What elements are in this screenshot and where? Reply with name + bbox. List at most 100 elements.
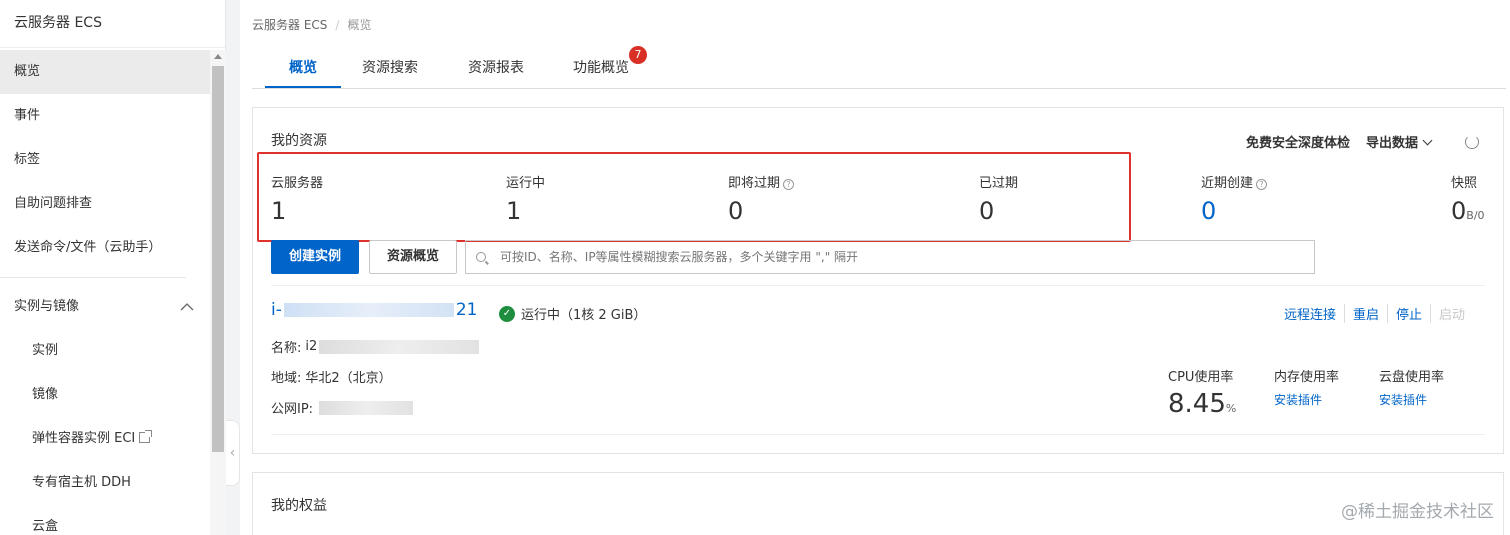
breadcrumb-separator: / bbox=[335, 18, 340, 32]
metric-unit: % bbox=[1225, 402, 1237, 415]
metric-value-row: 8.45% bbox=[1168, 389, 1236, 419]
check-circle-icon: ✓ bbox=[499, 305, 515, 322]
stat-label: 即将过期 bbox=[728, 176, 781, 191]
sidebar-group-label: 实例与镜像 bbox=[14, 299, 80, 314]
export-data-dropdown[interactable]: 导出数据 bbox=[1365, 132, 1433, 151]
sidebar-item-cloud-assistant[interactable]: 发送命令/文件（云助手） bbox=[0, 226, 210, 270]
resource-overview-button[interactable]: 资源概览 bbox=[369, 240, 457, 274]
sidebar-item-instances[interactable]: 实例 bbox=[0, 329, 210, 373]
search-box bbox=[465, 240, 1315, 274]
tab-feature-overview[interactable]: 功能概览 7 bbox=[549, 46, 653, 88]
tab-feature-overview-label: 功能概览 bbox=[573, 60, 629, 76]
metric-label: 内存使用率 bbox=[1274, 370, 1340, 385]
breadcrumb-current: 概览 bbox=[347, 18, 372, 32]
metric-value: 8.45 bbox=[1168, 389, 1226, 419]
redacted-text bbox=[319, 339, 480, 354]
instance-name-prefix: i2 bbox=[305, 339, 318, 354]
instance-region-row: 地域: 华北2（北京） bbox=[271, 367, 392, 386]
sidebar-item-eci-label: 弹性容器实例 ECI bbox=[32, 431, 136, 446]
tab-overview[interactable]: 概览 bbox=[265, 48, 341, 88]
metric-label: CPU使用率 bbox=[1168, 370, 1234, 385]
disk-usage-metric: 云盘使用率 安装插件 bbox=[1379, 366, 1444, 408]
redacted-text bbox=[319, 400, 414, 415]
tab-resource-report[interactable]: 资源报表 bbox=[444, 48, 548, 88]
stat-value: 0 bbox=[979, 197, 995, 225]
export-data-label: 导出数据 bbox=[1365, 136, 1418, 151]
my-benefits-card: 我的权益 bbox=[252, 472, 1504, 535]
instance-status: ✓ 运行中（1核 2 GiB） bbox=[499, 304, 646, 323]
sidebar-group-instances-images[interactable]: 实例与镜像 bbox=[0, 285, 210, 329]
chevron-down-icon bbox=[1422, 135, 1433, 146]
breadcrumb: 云服务器 ECS / 概览 bbox=[252, 16, 371, 33]
stat-snapshots[interactable]: 快照 0B/0 bbox=[1451, 172, 1485, 225]
external-link-icon bbox=[139, 430, 153, 443]
card-toolbar: 免费安全深度体检 导出数据 bbox=[1246, 132, 1479, 151]
notification-badge: 7 bbox=[629, 46, 647, 64]
stat-value: 1 bbox=[506, 197, 522, 225]
stat-label: 运行中 bbox=[506, 176, 546, 191]
instance-name-row: 名称: i2 bbox=[271, 337, 481, 356]
divider bbox=[271, 434, 1485, 435]
remote-connect-link[interactable]: 远程连接 bbox=[1276, 304, 1344, 323]
tab-resource-search[interactable]: 资源搜索 bbox=[338, 48, 442, 88]
start-link: 启动 bbox=[1429, 304, 1473, 323]
breadcrumb-root[interactable]: 云服务器 ECS bbox=[252, 18, 327, 32]
memory-usage-metric: 内存使用率 安装插件 bbox=[1274, 366, 1339, 408]
stat-label-row: 即将过期? bbox=[728, 172, 795, 191]
my-benefits-title: 我的权益 bbox=[271, 498, 327, 514]
sidebar-item-tags[interactable]: 标签 bbox=[0, 138, 210, 182]
stat-value-row: 0B/0 bbox=[1451, 197, 1485, 225]
main-content: 云服务器 ECS / 概览 概览 资源搜索 资源报表 功能概览 7 我的资源 免费安… bbox=[240, 0, 1510, 535]
sidebar-item-images[interactable]: 镜像 bbox=[0, 373, 210, 417]
restart-link[interactable]: 重启 bbox=[1343, 304, 1387, 323]
stat-recently-created[interactable]: 近期创建? 0 bbox=[1201, 172, 1268, 225]
help-icon[interactable]: ? bbox=[783, 179, 795, 190]
sidebar-item-troubleshoot[interactable]: 自助问题排查 bbox=[0, 182, 210, 226]
instance-ip-row: 公网IP: bbox=[271, 398, 415, 417]
stat-label: 云服务器 bbox=[271, 176, 324, 191]
stat-value: 0 bbox=[728, 197, 744, 225]
stop-link[interactable]: 停止 bbox=[1386, 304, 1430, 323]
sidebar-scrollbar[interactable] bbox=[210, 50, 226, 535]
search-icon bbox=[476, 252, 486, 262]
instance-id-link[interactable]: i- 21 bbox=[271, 300, 478, 320]
info-label: 公网IP: bbox=[271, 402, 314, 417]
instance-status-text: 运行中（1核 2 GiB） bbox=[521, 308, 647, 323]
sidebar-item-eci[interactable]: 弹性容器实例 ECI bbox=[0, 417, 210, 461]
sidebar-item-cloudbox[interactable]: 云盒 bbox=[0, 505, 210, 535]
sidebar-title: 云服务器 ECS bbox=[0, 0, 225, 48]
search-input[interactable] bbox=[500, 250, 1314, 264]
instance-region-value: 华北2（北京） bbox=[305, 371, 392, 386]
sidebar-item-overview[interactable]: 概览 bbox=[0, 50, 210, 94]
stat-label: 近期创建 bbox=[1201, 176, 1254, 191]
metric-label: 云盘使用率 bbox=[1379, 370, 1445, 385]
scroll-up-arrow-icon[interactable] bbox=[214, 54, 222, 59]
create-instance-button[interactable]: 创建实例 bbox=[271, 240, 359, 274]
stat-value: 0 bbox=[1451, 197, 1467, 225]
refresh-icon[interactable] bbox=[1465, 134, 1479, 149]
stat-expired[interactable]: 已过期 0 bbox=[979, 172, 1018, 225]
my-resources-card: 我的资源 免费安全深度体检 导出数据 云服务器 1 运行中 1 即将过期? 0 … bbox=[252, 107, 1504, 454]
stat-servers[interactable]: 云服务器 1 bbox=[271, 172, 323, 225]
sidebar-item-ddh[interactable]: 专有宿主机 DDH bbox=[0, 461, 210, 505]
stat-expiring[interactable]: 即将过期? 0 bbox=[728, 172, 795, 225]
sidebar-collapse-button[interactable]: ‹ bbox=[226, 420, 240, 486]
scrollbar-thumb[interactable] bbox=[212, 66, 224, 452]
install-plugin-link[interactable]: 安装插件 bbox=[1274, 391, 1339, 408]
divider bbox=[271, 285, 1485, 286]
chevron-up-icon bbox=[180, 303, 194, 311]
stat-unit: B/0 bbox=[1466, 209, 1485, 222]
info-label: 地域: bbox=[271, 371, 302, 386]
security-check-link[interactable]: 免费安全深度体检 bbox=[1246, 132, 1350, 151]
instance-id-suffix: 21 bbox=[455, 300, 478, 320]
sidebar-item-events[interactable]: 事件 bbox=[0, 94, 210, 138]
sidebar-divider bbox=[0, 277, 186, 278]
instance-id-prefix: i- bbox=[271, 300, 282, 320]
help-icon[interactable]: ? bbox=[1256, 179, 1268, 190]
stat-value: 0 bbox=[1201, 197, 1217, 225]
stat-value: 1 bbox=[271, 197, 287, 225]
cpu-usage-metric[interactable]: CPU使用率 8.45% bbox=[1168, 366, 1236, 419]
chevron-left-icon: ‹ bbox=[229, 445, 236, 461]
stat-running[interactable]: 运行中 1 bbox=[506, 172, 545, 225]
install-plugin-link[interactable]: 安装插件 bbox=[1379, 391, 1444, 408]
